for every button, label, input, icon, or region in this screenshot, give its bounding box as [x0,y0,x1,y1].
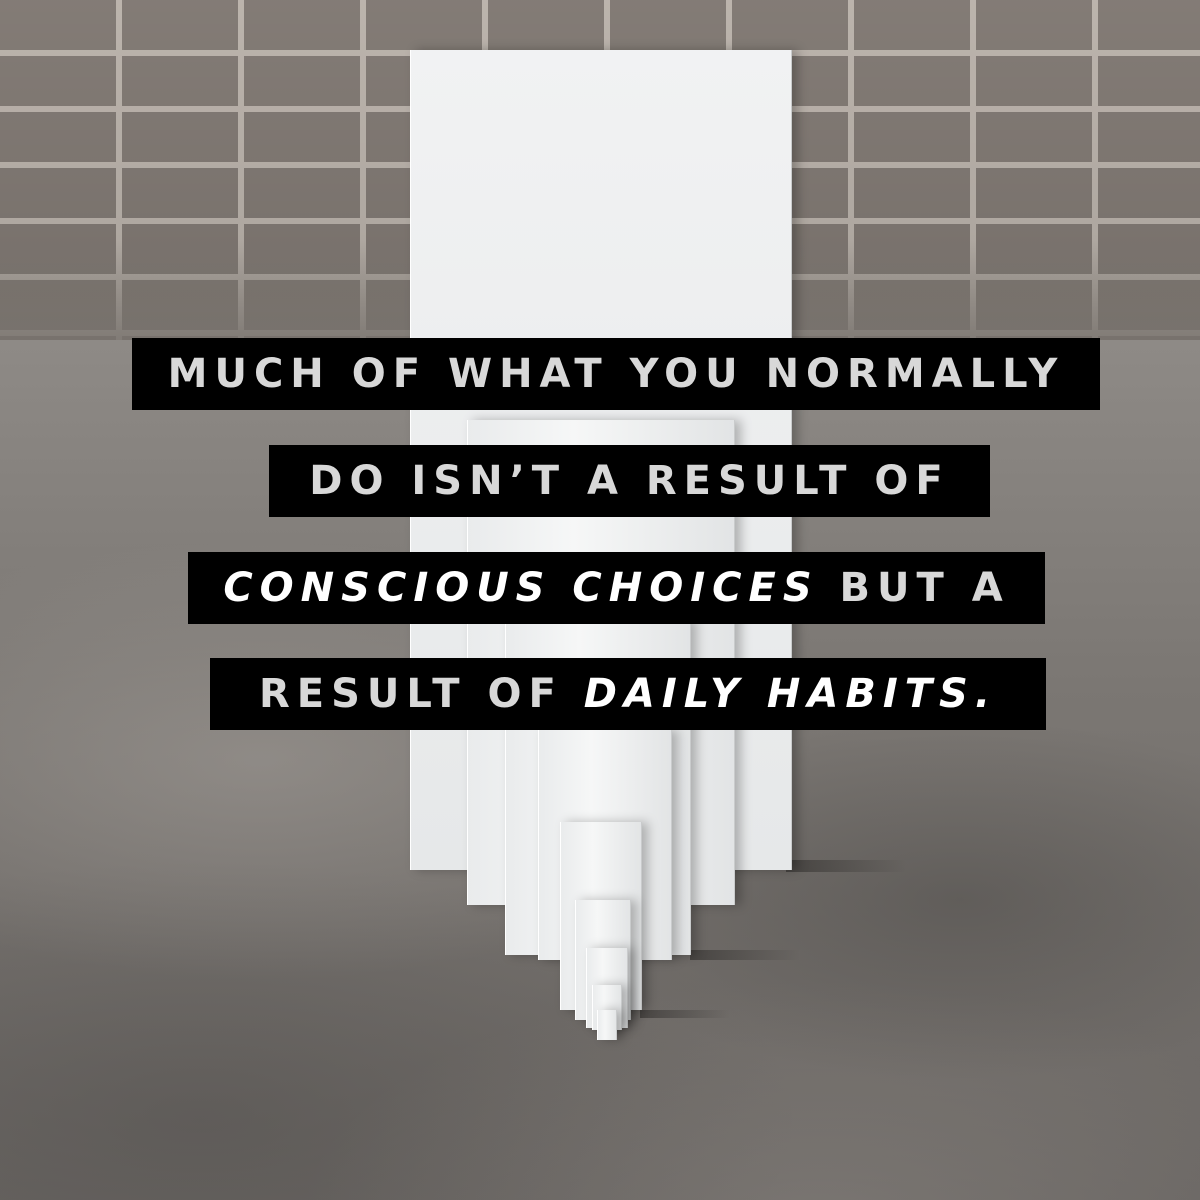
white-block-9 [597,1010,617,1040]
quote-line-3-emphasis: CONSCIOUS CHOICES [223,565,819,611]
quote-line-4-emphasis: DAILY HABITS [583,671,975,717]
quote-line-4-tail: . [974,671,998,717]
quote-line-2: DO ISN’T A RESULT OF [269,445,990,517]
quote-line-2-text: DO ISN’T A RESULT OF [309,458,950,504]
quote-line-3-text: BUT A [818,565,1010,611]
photo-scene: MUCH OF WHAT YOU NORMALLY DO ISN’T A RES… [0,0,1200,1200]
quote-line-1: MUCH OF WHAT YOU NORMALLY [132,338,1100,410]
block-shadow [690,950,800,960]
quote-line-4: RESULT OF DAILY HABITS. [210,658,1046,730]
quote-line-1-text: MUCH OF WHAT YOU NORMALLY [167,351,1065,397]
quote-line-4-text: RESULT OF [258,671,584,717]
quote-line-3: CONSCIOUS CHOICES BUT A [188,552,1045,624]
block-shadow [640,1010,730,1018]
block-shadow [786,860,906,872]
